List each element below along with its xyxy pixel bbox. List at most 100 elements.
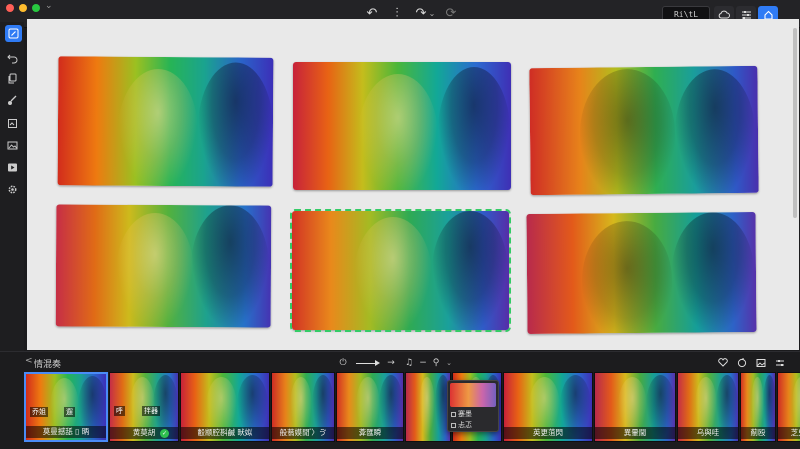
collapse-panel-chevron-icon[interactable]: < [25,356,33,366]
preset-context-popup: 蹇墨 忐忑 [447,380,499,432]
thumbnail-label-text: 異暈閫 [623,428,647,437]
crop-tool-button[interactable] [4,115,20,131]
thumbnail-label: 英更菹閃 [504,427,592,439]
thumbnail-tag: 乔姐 [30,407,48,417]
music-button[interactable]: ♫ [402,356,416,369]
crop-icon [7,118,17,128]
popup-menu-item-1-label: 蹇墨 [458,410,472,418]
woman-figure-right [674,68,756,196]
preset-thumbnail[interactable]: 芝臾暈 [777,372,800,442]
preset-thumbnail[interactable]: 鷇颛腔斟鹹 畎姒 [180,372,270,442]
preset-thumbnail[interactable]: 乔姐 遛莫曼撼舐 ▯ 昞 [24,372,108,442]
preset-thumbnail[interactable]: 乌與哇 [677,372,739,442]
photo-card-6[interactable] [526,212,757,334]
thumbnail-label: 乌與哇 [678,427,738,439]
thumbnail-label: 異暈閫 [595,427,675,439]
preset-thumbnail[interactable]: 般蓊嫫閒 ゙〉ゔ [271,372,335,442]
preset-thumbnail[interactable]: 英更菹閃 [503,372,593,442]
thumbnail-label-text: 英更菹閃 [533,428,563,437]
preset-thumbnail[interactable]: 呼 拌器 黄莫胡 ✓ [109,372,179,442]
thumbnail-tag: 遛 [64,407,75,417]
copy-tool-button[interactable] [4,70,20,86]
popup-menu-item-2-label: 忐忑 [458,421,472,429]
mode-divider: − [419,357,427,368]
thumbnail-tag: 拌器 [142,406,160,416]
photo-card-3[interactable] [529,65,759,196]
undo-arrow-icon [6,54,17,63]
woman-figure-left [115,212,195,328]
close-window-button[interactable] [6,4,14,12]
thumbnail-label-text: 莫曼撼舐 [42,427,73,436]
thumbnail-label: 莫曼撼舐 ▯ 昞 [26,426,106,438]
preset-thumbnail[interactable]: 葪殴 [740,372,776,442]
woman-figure-right [671,212,755,333]
square-icon [451,422,456,428]
heart-icon [718,358,728,367]
brush-icon [7,95,16,105]
copy-icon [8,73,16,83]
favorite-button[interactable] [716,356,730,369]
cloud-icon [718,10,730,19]
woman-figure-bob [581,220,673,334]
reset-button[interactable] [735,356,749,369]
video-tool-button[interactable] [4,159,20,175]
thumbnail-label-text: 黄莫胡 [132,428,156,437]
woman-figure-right [432,211,508,330]
thumbnail-label-text: 葊匯瞬 [358,428,382,437]
photo-card-5-selected[interactable] [290,209,511,332]
photo-card-1[interactable] [57,56,274,187]
woman-figure-right [197,62,274,187]
brush-tool-button[interactable] [4,92,20,108]
woman-figure-right [438,67,510,190]
layers-tool-button[interactable] [4,137,20,153]
thumbnail-label: 般蓊嫫閒 ゙〉ゔ [272,427,334,439]
popup-menu-item-2[interactable]: 忐忑 [451,420,472,430]
woman-figure-right [190,205,270,328]
preset-thumbnail[interactable]: 葊匯瞬 [336,372,404,442]
settings-tool-button[interactable] [4,181,20,197]
timeline-arrow [356,360,380,366]
filter-options-chevron-icon[interactable]: ⌄ [444,356,454,369]
thumbnail-label-text: 乌與哇 [696,428,720,437]
circle-arrow-icon [737,357,747,367]
woman-figure-left [117,68,199,187]
popup-preview-image [450,383,496,407]
preset-thumbnail[interactable]: 異暈閫 [594,372,676,442]
thumbnail-label: 芝臾暈 [778,427,800,439]
gear-icon [8,185,16,193]
adjust-presets-button[interactable] [773,356,787,369]
sliders-icon [776,359,784,366]
thumbnail-label: 葪殴 [741,427,775,439]
preset-thumbnail[interactable] [405,372,451,442]
export-icon [763,10,773,20]
preset-thumbnail-strip: 乔姐遛莫曼撼舐 ▯ 昞呼拌器 黄莫胡 ✓ 鷇颛腔斟鹹 畎姒 般蓊嫫閒 ゙〉ゔ 葊匯瞬 英更菹… [24,372,800,442]
thumbnail-label-text: 葪殴 [750,428,766,437]
thumbnail-label-text: 芝臾暈 [790,428,800,437]
gallery-icon [756,358,766,367]
thumbnail-label-text: 般蓊嫫閒 [279,428,310,437]
woman-figure-curly [579,68,676,196]
photo-card-2[interactable] [293,62,511,190]
applied-check-icon: ✓ [160,429,169,438]
gallery-button[interactable] [754,356,768,369]
sliders-icon [741,10,751,19]
thumbnail-extra-text: ▯ 昞 [72,427,90,436]
pencil-square-icon [8,28,19,39]
zoom-window-button[interactable] [32,4,40,12]
panel-title: 情混奏 [34,360,62,370]
canvas-scrollbar[interactable] [793,28,798,338]
left-toolbar [0,22,24,352]
power-toggle-button[interactable]: ⏻ [337,356,349,369]
square-icon [451,411,456,417]
history-tool-button[interactable] [4,50,20,66]
filter-button[interactable]: ⚲ [430,356,442,369]
woman-figure-left [354,217,432,330]
forward-button[interactable]: → [385,356,397,369]
minimize-window-button[interactable] [19,4,27,12]
edit-tool-button[interactable] [5,25,22,42]
canvas-scrollbar-thumb[interactable] [793,28,797,218]
window-menu-chevron-icon[interactable]: ⌄ [45,1,57,13]
photo-card-4[interactable] [55,204,272,328]
popup-menu-item-1[interactable]: 蹇墨 [451,409,472,419]
woman-figure-left [358,74,438,190]
